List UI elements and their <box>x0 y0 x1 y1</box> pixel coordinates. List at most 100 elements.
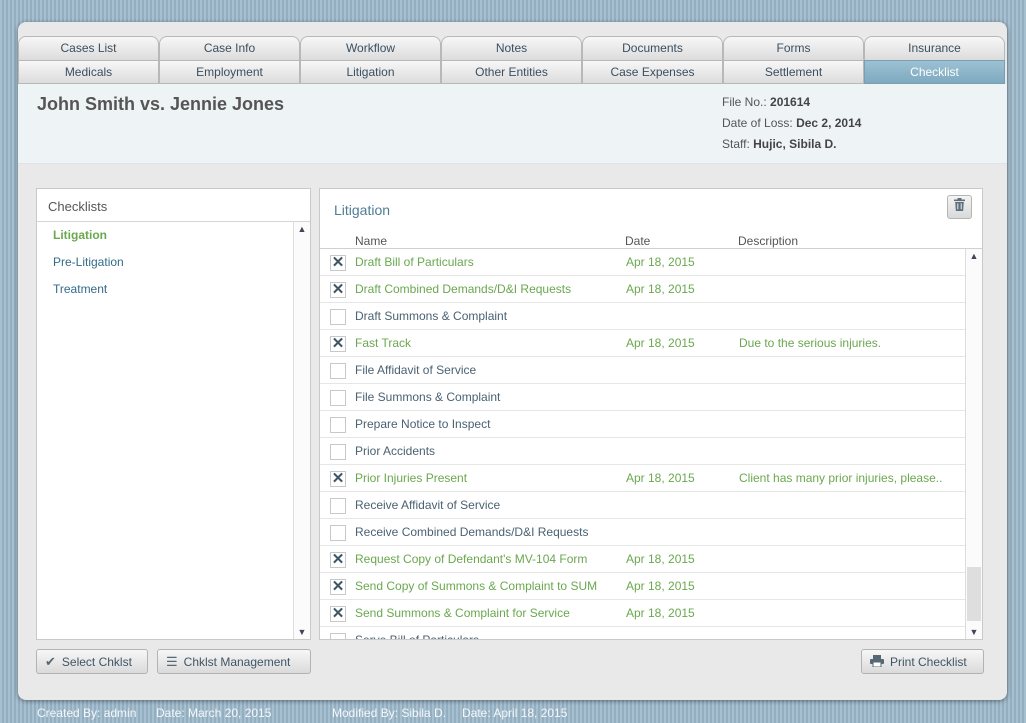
checklist-management-button[interactable]: ☰ Chklst Management <box>157 649 311 674</box>
checklist-scrollbar[interactable]: ▲ ▼ <box>965 249 982 639</box>
file-number-value: 201614 <box>770 95 811 109</box>
select-checklist-button[interactable]: ✔ Select Chklst <box>36 649 148 674</box>
print-checklist-label: Print Checklist <box>890 655 967 669</box>
checkmark-icon: ✔ <box>45 654 56 669</box>
delete-button[interactable] <box>947 195 972 219</box>
checklists-panel: Checklists Litigation Pre-Litigation Treat… <box>36 188 311 640</box>
row-description: Client has many prior injuries, please.. <box>739 471 943 485</box>
tab-insurance[interactable]: Insurance <box>864 36 1005 60</box>
tab-case-info[interactable]: Case Info <box>159 36 300 60</box>
tab-row-top: Cases List Case Info Workflow Notes Document… <box>18 36 1007 60</box>
tab-other-entities[interactable]: Other Entities <box>441 60 582 84</box>
row-name: Prior Injuries Present <box>355 471 468 485</box>
scroll-up-icon[interactable]: ▲ <box>294 222 310 236</box>
row-name: Receive Combined Demands/D&I Requests <box>355 525 589 539</box>
row-name: Request Copy of Defendant's MV-104 Form <box>355 552 588 566</box>
tab-medicals[interactable]: Medicals <box>18 60 159 84</box>
row-checkbox[interactable] <box>330 417 346 433</box>
tab-notes[interactable]: Notes <box>441 36 582 60</box>
row-name: Receive Affidavit of Service <box>355 498 501 512</box>
table-row[interactable]: ✕ Request Copy of Defendant's MV-104 Form… <box>320 546 965 573</box>
column-description[interactable]: Description <box>738 234 798 248</box>
created-date: Date: March 20, 2015 <box>156 706 272 720</box>
trash-icon <box>954 198 965 211</box>
print-checklist-button[interactable]: Print Checklist <box>861 649 984 674</box>
date-of-loss-label: Date of Loss: <box>722 116 793 130</box>
table-row[interactable]: Serve Bill of Particulars <box>320 627 965 639</box>
row-checkbox[interactable]: ✕ <box>330 255 346 271</box>
checklist-item-pre-litigation[interactable]: Pre-Litigation <box>37 249 293 276</box>
case-title: John Smith vs. Jennie Jones <box>37 94 285 114</box>
row-name: Send Copy of Summons & Complaint to SUM <box>355 579 598 593</box>
row-checkbox[interactable] <box>330 633 346 639</box>
table-row[interactable]: Prepare Notice to Inspect <box>320 411 965 438</box>
tab-cases-list[interactable]: Cases List <box>18 36 159 60</box>
table-row[interactable]: Receive Affidavit of Service <box>320 492 965 519</box>
row-checkbox[interactable]: ✕ <box>330 606 346 622</box>
row-name: Draft Combined Demands/D&I Requests <box>355 282 572 296</box>
file-number: File No.: 201614 <box>722 95 810 109</box>
column-date[interactable]: Date <box>625 234 650 248</box>
file-number-label: File No.: <box>722 95 767 109</box>
tab-documents[interactable]: Documents <box>582 36 723 60</box>
list-icon: ☰ <box>166 654 178 669</box>
tab-settlement[interactable]: Settlement <box>723 60 864 84</box>
checklist-item-litigation[interactable]: Litigation <box>37 222 293 249</box>
table-row[interactable]: ✕ Draft Combined Demands/D&I Requests Apr … <box>320 276 965 303</box>
checklists-title: Checklists <box>37 189 310 222</box>
checklist-rows: ✕ Draft Bill of Particulars Apr 18, 2015 ✕ D… <box>320 249 965 639</box>
table-row[interactable]: File Summons & Complaint <box>320 384 965 411</box>
row-checkbox[interactable]: ✕ <box>330 471 346 487</box>
tab-case-expenses[interactable]: Case Expenses <box>582 60 723 84</box>
row-name: Send Summons & Complaint for Service <box>355 606 570 620</box>
checklist-detail-panel: Litigation Name Date Description ✕ Draft … <box>319 188 983 640</box>
row-checkbox[interactable]: ✕ <box>330 336 346 352</box>
checklist-management-label: Chklst Management <box>183 655 291 669</box>
row-checkbox[interactable]: ✕ <box>330 282 346 298</box>
row-checkbox[interactable]: ✕ <box>330 579 346 595</box>
tab-litigation[interactable]: Litigation <box>300 60 441 84</box>
column-name[interactable]: Name <box>355 234 387 248</box>
table-row[interactable]: Receive Combined Demands/D&I Requests <box>320 519 965 546</box>
table-row[interactable]: ✕ Prior Injuries Present Apr 18, 2015 Clien… <box>320 465 965 492</box>
row-checkbox[interactable] <box>330 498 346 514</box>
checklists-scrollbar[interactable]: ▲ ▼ <box>293 222 310 639</box>
select-checklist-label: Select Chklst <box>61 655 132 669</box>
tab-checklist[interactable]: Checklist <box>864 60 1005 84</box>
row-date: Apr 18, 2015 <box>626 255 695 269</box>
tab-workflow[interactable]: Workflow <box>300 36 441 60</box>
tab-forms[interactable]: Forms <box>723 36 864 60</box>
case-header: John Smith vs. Jennie Jones File No.: 20… <box>18 84 1007 164</box>
scroll-thumb[interactable] <box>967 567 981 621</box>
row-name: Prepare Notice to Inspect <box>355 417 491 431</box>
row-checkbox[interactable] <box>330 444 346 460</box>
row-description: Due to the serious injuries. <box>739 336 882 350</box>
row-checkbox[interactable] <box>330 390 346 406</box>
row-checkbox[interactable] <box>330 309 346 325</box>
tab-employment[interactable]: Employment <box>159 60 300 84</box>
table-row[interactable]: ✕ Send Copy of Summons & Complaint to SUM… <box>320 573 965 600</box>
checklist-item-treatment[interactable]: Treatment <box>37 276 293 303</box>
scroll-up-icon[interactable]: ▲ <box>966 249 982 263</box>
row-checkbox[interactable]: ✕ <box>330 552 346 568</box>
row-name: Draft Bill of Particulars <box>355 255 474 269</box>
table-row[interactable]: ✕ Fast Track Apr 18, 2015 Due to the seriou… <box>320 330 965 357</box>
row-checkbox[interactable] <box>330 525 346 541</box>
date-of-loss: Date of Loss: Dec 2, 2014 <box>722 116 861 130</box>
row-checkbox[interactable] <box>330 363 346 379</box>
row-date: Apr 18, 2015 <box>626 579 695 593</box>
table-row[interactable]: File Affidavit of Service <box>320 357 965 384</box>
scroll-down-icon[interactable]: ▼ <box>294 625 310 639</box>
table-row[interactable]: Prior Accidents <box>320 438 965 465</box>
row-name: Serve Bill of Particulars <box>355 627 620 639</box>
table-row[interactable]: Draft Summons & Complaint <box>320 303 965 330</box>
row-date: Apr 18, 2015 <box>626 552 695 566</box>
case-window: Cases List Case Info Workflow Notes Document… <box>18 22 1007 700</box>
table-row[interactable]: ✕ Draft Bill of Particulars Apr 18, 2015 <box>320 249 965 276</box>
staff-label: Staff: <box>722 137 750 151</box>
checklists-list: Litigation Pre-Litigation Treatment <box>37 222 293 303</box>
row-date: Apr 18, 2015 <box>626 471 695 485</box>
table-row[interactable]: ✕ Send Summons & Complaint for Service Apr… <box>320 600 965 627</box>
row-name: Fast Track <box>355 336 412 350</box>
scroll-down-icon[interactable]: ▼ <box>966 625 982 639</box>
